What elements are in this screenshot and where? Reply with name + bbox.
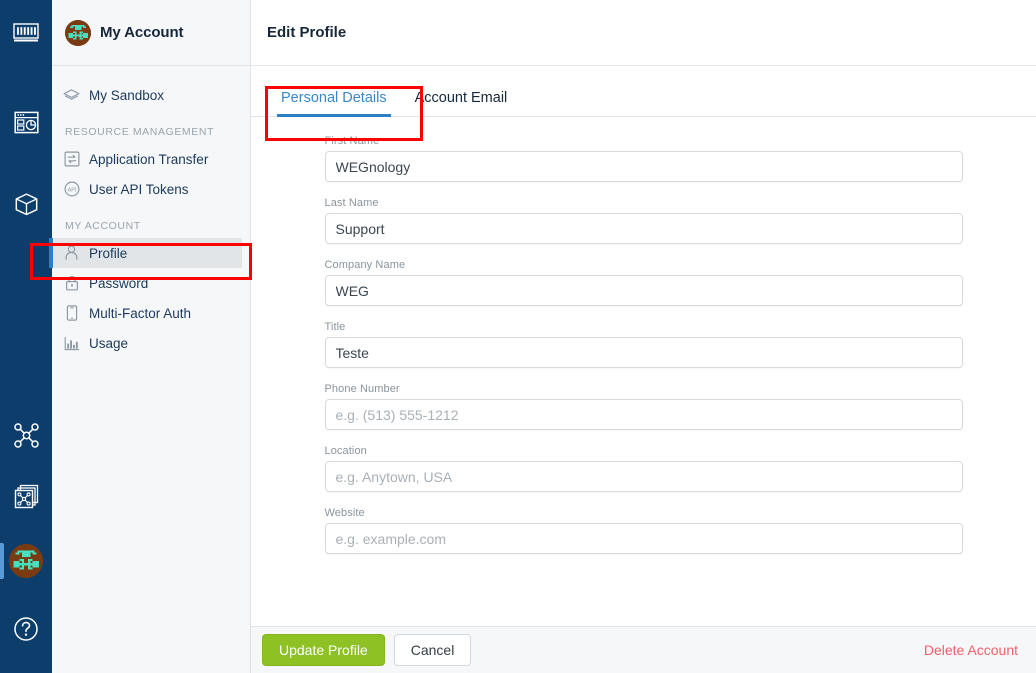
field-label: Title [324, 321, 346, 333]
phone-number-input[interactable] [324, 399, 963, 430]
location-input[interactable] [324, 461, 963, 492]
first-name-input[interactable] [324, 151, 963, 182]
weg-logo[interactable] [0, 0, 52, 66]
field-label: Last Name [324, 197, 379, 209]
bar-chart-icon [63, 335, 80, 352]
tab-label: Personal Details [281, 89, 387, 106]
sidebar-section-my-account: MY ACCOUNT [65, 220, 141, 232]
sidebar-item-application-transfer[interactable]: Application Transfer [52, 144, 250, 174]
website-input[interactable] [324, 523, 963, 554]
field-label: Phone Number [324, 383, 400, 395]
sidebar-item-multi-factor-auth[interactable]: Multi-Factor Auth [52, 298, 250, 328]
lock-icon [63, 275, 80, 292]
sidebar-header[interactable]: My Account [52, 0, 250, 66]
update-profile-button[interactable]: Update Profile [262, 634, 385, 666]
sidebar-avatar [65, 19, 91, 46]
active-indicator [0, 543, 4, 579]
field-phone-number: Phone Number [324, 383, 963, 430]
workflow-icon[interactable] [0, 405, 52, 465]
tab-personal-details[interactable]: Personal Details [267, 89, 401, 117]
page-title: Edit Profile [267, 24, 347, 41]
field-last-name: Last Name [324, 197, 963, 244]
sidebar-item-label: User API Tokens [89, 181, 189, 197]
sidebar-item-label: Usage [89, 335, 129, 351]
person-icon [63, 245, 80, 262]
sidebar-item-label: Profile [89, 245, 128, 261]
app-root: My Account My Sandbox RESOURCE MANAGEMEN… [0, 0, 1036, 673]
company-name-input[interactable] [324, 275, 963, 306]
last-name-input[interactable] [324, 213, 963, 244]
sidebar-item-label: My Sandbox [89, 87, 165, 103]
field-label: Website [324, 507, 365, 519]
sidebar-item-label: Password [89, 275, 149, 291]
api-token-icon: API [63, 181, 80, 198]
profile-form: First Name Last Name Company Name Title … [251, 117, 1036, 673]
field-label: First Name [324, 135, 380, 147]
account-avatar[interactable] [0, 531, 52, 591]
field-website: Website [324, 507, 963, 554]
svg-text:API: API [67, 187, 76, 193]
sidebar-title: My Account [100, 24, 184, 41]
sidebar-body: My Sandbox RESOURCE MANAGEMENT Applicati… [49, 66, 250, 358]
delete-account-link[interactable]: Delete Account [924, 642, 1018, 658]
sidebar-item-my-sandbox[interactable]: My Sandbox [52, 80, 250, 110]
field-label: Location [324, 445, 367, 457]
sidebar-item-password[interactable]: Password [52, 268, 250, 298]
dashboard-icon[interactable] [0, 92, 52, 152]
sidebar-section-resource-management: RESOURCE MANAGEMENT [65, 126, 215, 138]
tab-bar: Personal Details Account Email [251, 66, 1036, 117]
tab-account-email[interactable]: Account Email [401, 89, 522, 117]
icon-rail [0, 0, 52, 673]
sidebar-item-label: Multi-Factor Auth [89, 305, 192, 321]
title-input[interactable] [324, 337, 963, 368]
account-sidebar: My Account My Sandbox RESOURCE MANAGEMEN… [49, 0, 251, 673]
workflow-stack-icon[interactable] [0, 467, 52, 527]
help-icon[interactable] [0, 599, 52, 659]
sidebar-item-user-api-tokens[interactable]: API User API Tokens [52, 174, 250, 204]
field-location: Location [324, 445, 963, 492]
field-first-name: First Name [324, 135, 963, 182]
transfer-icon [63, 151, 80, 168]
main-header: Edit Profile [251, 0, 1036, 66]
field-title: Title [324, 321, 963, 368]
cancel-button[interactable]: Cancel [393, 634, 472, 666]
package-icon[interactable] [0, 174, 52, 234]
mobile-icon [63, 305, 80, 322]
main-content: Edit Profile Personal Details Account Em… [251, 0, 1036, 673]
field-label: Company Name [324, 259, 406, 271]
form-action-bar: Update Profile Cancel Delete Account [251, 626, 1036, 673]
field-company-name: Company Name [324, 259, 963, 306]
sandbox-icon [63, 87, 80, 104]
sidebar-item-label: Application Transfer [89, 151, 209, 167]
sidebar-item-profile[interactable]: Profile [49, 238, 242, 268]
sidebar-item-usage[interactable]: Usage [52, 328, 250, 358]
tab-label: Account Email [414, 89, 508, 106]
